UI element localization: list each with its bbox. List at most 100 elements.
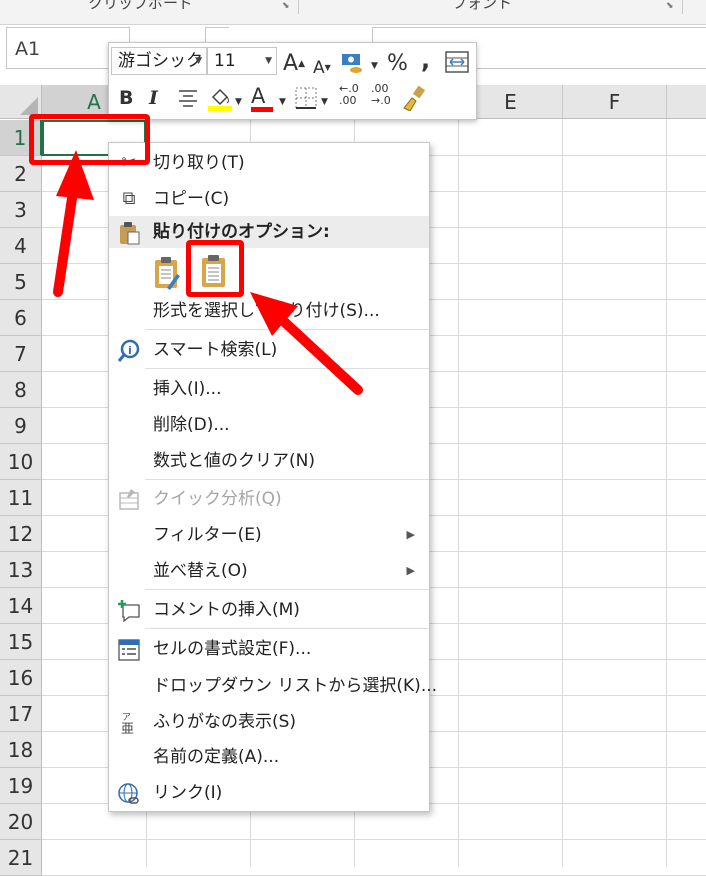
paste-keep-formatting-button[interactable] (153, 255, 183, 291)
menu-item-copy[interactable]: ⧉ コピー(C) (109, 183, 429, 215)
paintbrush-icon (403, 85, 426, 112)
menu-item-filter[interactable]: フィルター(E) ▶ (109, 519, 429, 551)
row-header-12[interactable]: 12 (0, 516, 42, 552)
menu-item-sort-label: 並べ替え(O) (153, 561, 248, 581)
fill-color-button[interactable] (207, 85, 233, 116)
menu-item-cut[interactable]: ✂ 切り取り(T) (109, 147, 429, 179)
menu-separator (145, 368, 429, 369)
ribbon-divider (682, 0, 683, 14)
row-header-8[interactable]: 8 (0, 372, 42, 408)
menu-item-insert-comment-label: コメントの挿入(M) (153, 600, 300, 620)
row-header-4[interactable]: 4 (0, 228, 42, 264)
smart-lookup-icon: i (117, 339, 141, 362)
menu-item-quick-analysis-label: クイック分析(Q) (153, 489, 282, 509)
menu-item-delete[interactable]: 削除(D)... (109, 409, 429, 441)
menu-item-clear-contents-label: 数式と値のクリア(N) (153, 451, 315, 471)
submenu-arrow-icon: ▶ (406, 564, 415, 577)
borders-button[interactable] (295, 87, 317, 114)
menu-item-paste-special[interactable]: 形式を選択して貼り付け(S)... (109, 295, 429, 327)
menu-item-link[interactable]: リンク(I) (109, 777, 429, 809)
column-header-g[interactable] (667, 85, 706, 119)
chevron-down-icon[interactable]: ▼ (235, 91, 242, 113)
grid-line (458, 119, 459, 867)
decrease-font-size-button[interactable]: A▼ (313, 57, 331, 79)
row-header-14[interactable]: 14 (0, 588, 42, 624)
menu-item-define-name[interactable]: 名前の定義(A)... (109, 741, 429, 773)
row-header-7[interactable]: 7 (0, 336, 42, 372)
menu-item-sort[interactable]: 並べ替え(O) ▶ (109, 555, 429, 587)
chevron-down-icon: ▼ (195, 56, 202, 66)
row-header-20[interactable]: 20 (0, 804, 42, 840)
menu-item-cut-label: 切り取り(T) (153, 153, 245, 173)
row-header-19[interactable]: 19 (0, 768, 42, 804)
font-color-icon: A (251, 84, 266, 108)
row-header-5[interactable]: 5 (0, 264, 42, 300)
menu-item-clear-contents[interactable]: 数式と値のクリア(N) (109, 445, 429, 477)
column-header-f[interactable]: F (563, 85, 667, 119)
borders-icon (295, 87, 317, 109)
menu-item-define-name-label: 名前の定義(A)... (153, 747, 280, 767)
bold-button[interactable]: B (119, 87, 133, 109)
row-header-18[interactable]: 18 (0, 732, 42, 768)
menu-separator (145, 329, 429, 330)
merge-center-button[interactable] (445, 51, 469, 78)
phonetic-icon: ア亜 (117, 711, 141, 737)
font-dialog-launcher-icon[interactable]: ⬊ (666, 1, 674, 11)
menu-item-filter-label: フィルター(E) (153, 525, 262, 545)
menu-item-format-cells-label: セルの書式設定(F)... (153, 639, 312, 659)
clipboard-dialog-launcher-icon[interactable]: ⬊ (282, 1, 290, 11)
menu-item-smart-lookup-label: スマート検索(L) (153, 340, 278, 360)
row-header-9[interactable]: 9 (0, 408, 42, 444)
svg-text:i: i (128, 344, 132, 357)
percent-style-button[interactable]: % (387, 53, 408, 75)
ribbon-group-clipboard-label: クリップボード (88, 0, 194, 12)
center-align-button[interactable] (177, 87, 199, 114)
copy-icon: ⧉ (122, 188, 136, 209)
menu-item-show-phonetic[interactable]: ア亜 ふりがなの表示(S) (109, 706, 429, 738)
chevron-down-icon[interactable]: ▼ (371, 55, 378, 77)
font-name-value: 游ゴシック (118, 51, 203, 71)
menu-item-smart-lookup[interactable]: i スマート検索(L) (109, 334, 429, 366)
menu-item-pick-from-list[interactable]: ドロップダウン リストから選択(K)... (109, 670, 437, 702)
annotation-box-cell-a1 (29, 114, 150, 165)
format-painter-button[interactable] (401, 85, 427, 116)
menu-item-insert[interactable]: 挿入(I)... (109, 373, 429, 405)
chevron-down-icon[interactable]: ▼ (279, 91, 286, 113)
font-size-dropdown[interactable]: 11 ▼ (207, 47, 277, 75)
row-header-6[interactable]: 6 (0, 300, 42, 336)
italic-button[interactable]: I (149, 87, 158, 109)
clipboard-icon (117, 221, 141, 245)
comma-style-button[interactable]: , (421, 48, 430, 72)
row-header-11[interactable]: 11 (0, 480, 42, 516)
row-header-10[interactable]: 10 (0, 444, 42, 480)
row-header-15[interactable]: 15 (0, 624, 42, 660)
align-center-icon (179, 90, 197, 107)
row-header-16[interactable]: 16 (0, 660, 42, 696)
menu-item-format-cells[interactable]: セルの書式設定(F)... (109, 633, 429, 665)
decrease-font-icon: A (313, 58, 325, 78)
font-color-swatch (251, 107, 273, 112)
paste-brush-icon (155, 257, 180, 290)
row-header-17[interactable]: 17 (0, 696, 42, 732)
accounting-format-button[interactable] (341, 51, 365, 80)
menu-item-show-phonetic-label: ふりがなの表示(S) (153, 712, 297, 732)
ribbon-divider (298, 0, 299, 14)
globe-link-icon (117, 782, 141, 804)
row-header-21[interactable]: 21 (0, 840, 42, 876)
font-color-button[interactable]: A (251, 84, 273, 112)
menu-item-insert-label: 挿入(I)... (153, 379, 222, 399)
increase-font-size-button[interactable]: A▲ (283, 53, 305, 75)
menu-item-insert-comment[interactable]: コメントの挿入(M) (109, 594, 429, 626)
grid-line (562, 119, 563, 867)
increase-decimal-button[interactable]: ←.0 .00 (339, 83, 359, 107)
row-header-13[interactable]: 13 (0, 552, 42, 588)
chevron-down-icon[interactable]: ▼ (321, 91, 328, 113)
format-cells-icon (117, 638, 141, 661)
decrease-decimal-button[interactable]: .00 →.0 (371, 83, 391, 107)
svg-text:亜: 亜 (121, 722, 134, 735)
paint-bucket-icon (208, 88, 232, 111)
ribbon-group-font-label: フォント (452, 0, 513, 12)
row-header-3[interactable]: 3 (0, 192, 42, 228)
submenu-arrow-icon: ▶ (406, 528, 415, 541)
font-name-dropdown[interactable]: 游ゴシック ▼ (111, 47, 207, 75)
